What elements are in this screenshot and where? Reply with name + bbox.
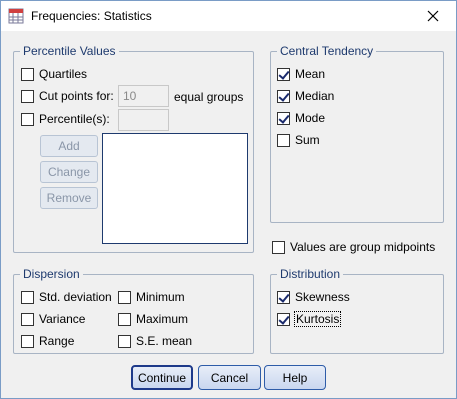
minimum-label: Minimum <box>136 290 185 304</box>
std-deviation-label: Std. deviation <box>39 290 112 304</box>
window-title: Frequencies: Statistics <box>31 9 152 23</box>
mean-label: Mean <box>295 67 326 81</box>
percentiles-checkbox[interactable]: Percentile(s): <box>21 110 110 128</box>
se-mean-checkbox[interactable]: S.E. mean <box>118 332 192 350</box>
dialog-content: Percentile Values Quartiles Cut points f… <box>1 31 456 398</box>
cancel-button[interactable]: Cancel <box>198 365 261 390</box>
range-label: Range <box>39 334 75 348</box>
mean-box[interactable] <box>277 67 290 81</box>
dispersion-legend: Dispersion <box>20 267 83 281</box>
maximum-label: Maximum <box>136 312 189 326</box>
change-button[interactable]: Change <box>40 161 98 183</box>
minimum-box[interactable] <box>118 290 131 304</box>
cut-points-input[interactable]: 10 <box>118 85 169 107</box>
central-tendency-legend: Central Tendency <box>277 44 377 58</box>
quartiles-box[interactable] <box>21 67 34 81</box>
continue-button[interactable]: Continue <box>131 365 193 390</box>
distribution-legend: Distribution <box>277 267 344 281</box>
cut-points-checkbox[interactable]: Cut points for: <box>21 87 114 105</box>
sum-box[interactable] <box>277 133 290 147</box>
median-label: Median <box>295 89 335 103</box>
sum-checkbox[interactable]: Sum <box>277 131 320 149</box>
kurtosis-label: Kurtosis <box>293 311 342 327</box>
maximum-checkbox[interactable]: Maximum <box>118 310 188 328</box>
kurtosis-box[interactable] <box>277 312 290 326</box>
variance-box[interactable] <box>21 312 34 326</box>
title-bar[interactable]: Frequencies: Statistics <box>1 1 456 31</box>
percentiles-box[interactable] <box>21 112 34 126</box>
equal-groups-label: equal groups <box>174 90 244 104</box>
skewness-box[interactable] <box>277 290 290 304</box>
std-deviation-box[interactable] <box>21 290 34 304</box>
frequencies-statistics-dialog: Frequencies: Statistics Percentile Value… <box>0 0 457 399</box>
group-midpoints-checkbox[interactable]: Values are group midpoints <box>272 238 435 256</box>
skewness-checkbox[interactable]: Skewness <box>277 288 350 306</box>
close-icon[interactable] <box>410 1 456 31</box>
median-checkbox[interactable]: Median <box>277 87 334 105</box>
mode-box[interactable] <box>277 111 290 125</box>
skewness-label: Skewness <box>295 290 350 304</box>
quartiles-label: Quartiles <box>39 67 88 81</box>
median-box[interactable] <box>277 89 290 103</box>
percentiles-label: Percentile(s): <box>39 112 110 126</box>
range-checkbox[interactable]: Range <box>21 332 74 350</box>
help-button[interactable]: Help <box>264 365 326 390</box>
se-mean-label: S.E. mean <box>136 334 193 348</box>
minimum-checkbox[interactable]: Minimum <box>118 288 185 306</box>
maximum-box[interactable] <box>118 312 131 326</box>
group-midpoints-box[interactable] <box>272 240 285 254</box>
percentiles-input[interactable] <box>118 109 169 131</box>
quartiles-checkbox[interactable]: Quartiles <box>21 65 87 83</box>
mode-checkbox[interactable]: Mode <box>277 109 325 127</box>
cut-points-box[interactable] <box>21 89 34 103</box>
range-box[interactable] <box>21 334 34 348</box>
mode-label: Mode <box>295 111 326 125</box>
remove-button[interactable]: Remove <box>40 187 98 209</box>
percentile-values-legend: Percentile Values <box>20 44 119 58</box>
group-midpoints-label: Values are group midpoints <box>290 240 436 254</box>
add-button[interactable]: Add <box>40 135 98 157</box>
statistics-icon <box>8 8 24 24</box>
sum-label: Sum <box>295 133 320 147</box>
variance-label: Variance <box>39 312 86 326</box>
cut-points-label: Cut points for: <box>39 89 114 103</box>
se-mean-box[interactable] <box>118 334 131 348</box>
variance-checkbox[interactable]: Variance <box>21 310 85 328</box>
percentiles-listbox[interactable] <box>102 133 248 244</box>
std-deviation-checkbox[interactable]: Std. deviation <box>21 288 112 306</box>
kurtosis-checkbox[interactable]: Kurtosis <box>277 310 342 328</box>
mean-checkbox[interactable]: Mean <box>277 65 325 83</box>
